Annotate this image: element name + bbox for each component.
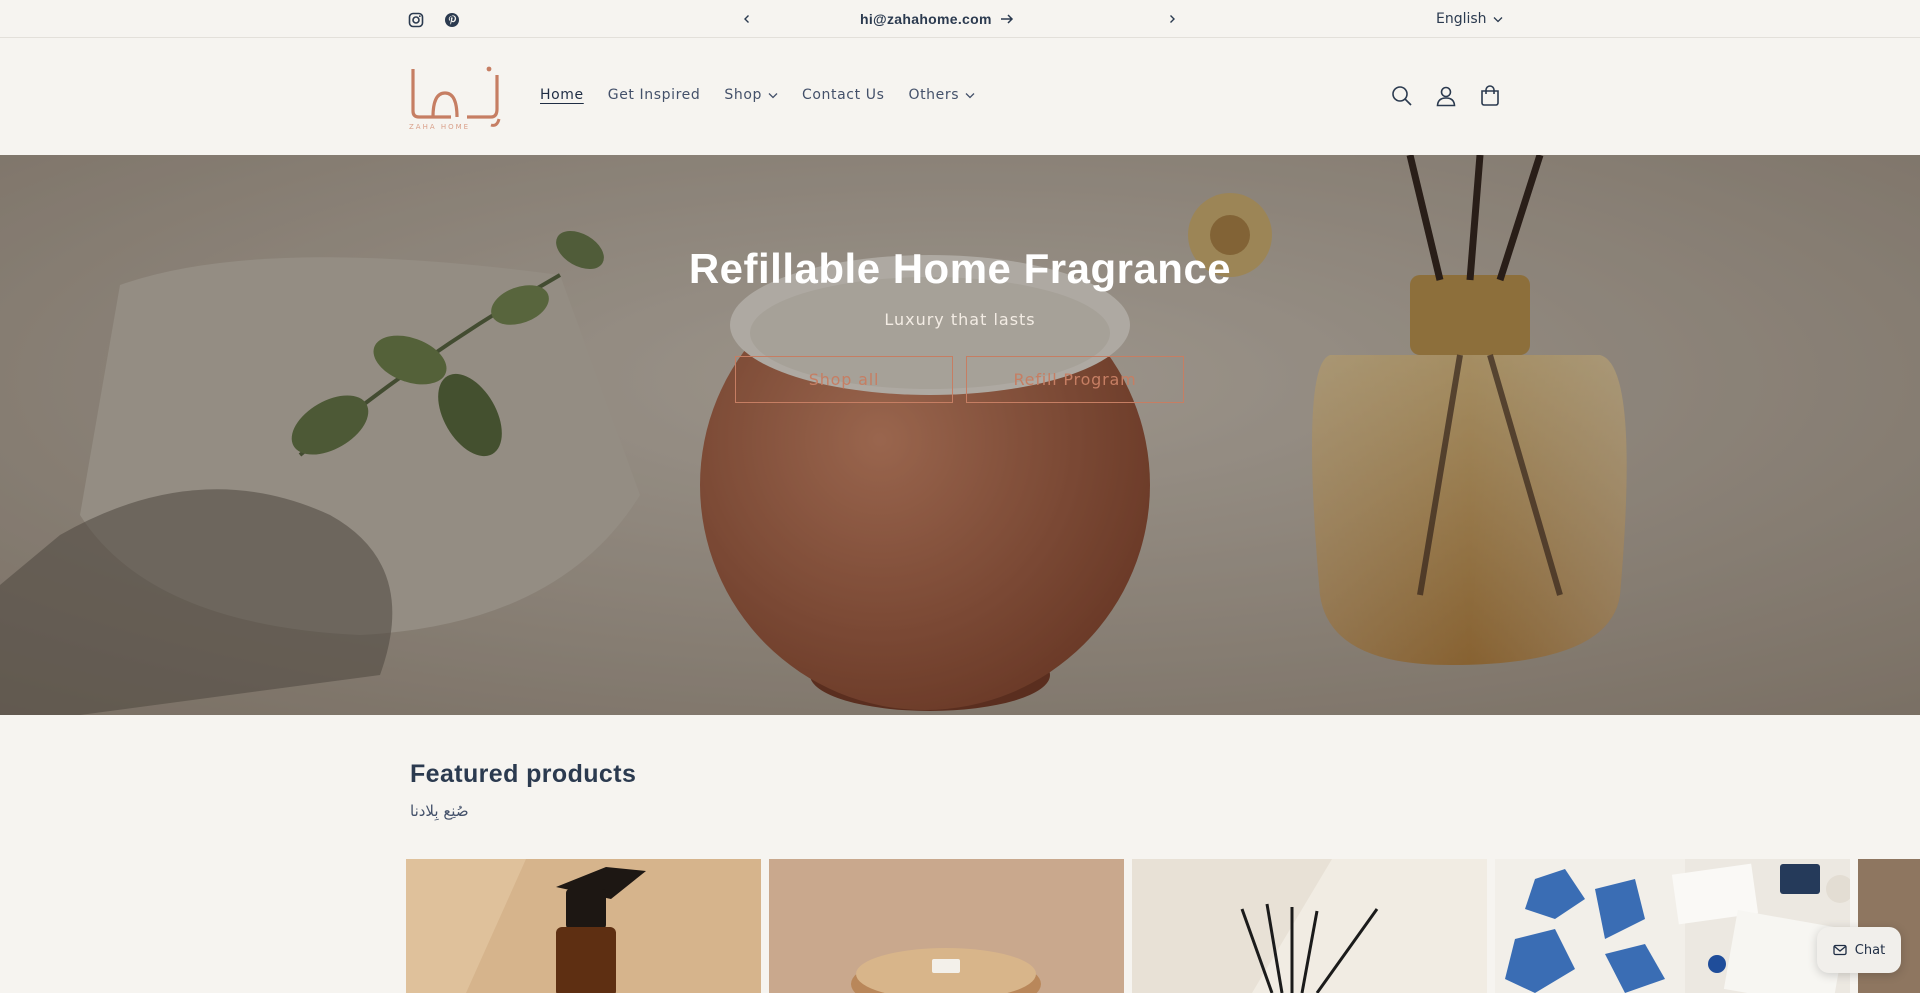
chevron-down-icon	[768, 92, 778, 98]
chevron-left-icon	[744, 15, 749, 23]
product-card[interactable]	[769, 859, 1124, 993]
mail-icon	[1833, 944, 1847, 956]
nav-contact-us[interactable]: Contact Us	[802, 85, 884, 105]
featured-title: Featured products	[410, 760, 637, 788]
announcement-bar: hi@zahahome.com English	[0, 0, 1920, 38]
refill-program-button[interactable]: Refill Program	[966, 356, 1184, 403]
account-icon	[1436, 86, 1456, 107]
cart-icon	[1481, 85, 1499, 106]
product-image	[406, 859, 761, 993]
account-button[interactable]	[1434, 84, 1458, 108]
header-icons	[1390, 84, 1502, 108]
hero-subtitle: Luxury that lasts	[884, 310, 1036, 329]
chevron-down-icon	[965, 92, 975, 98]
language-selector[interactable]: English	[1436, 9, 1503, 29]
shop-all-button[interactable]: Shop all	[735, 356, 953, 403]
announcement-prev-button[interactable]	[736, 8, 758, 30]
logo-text: ZAHA HOME	[409, 123, 470, 131]
announcement-text: hi@zahahome.com	[860, 11, 992, 27]
language-label: English	[1436, 11, 1487, 27]
hero-title: Refillable Home Fragrance	[688, 245, 1232, 292]
product-card[interactable]	[1132, 859, 1487, 993]
hero-overlay	[0, 155, 1920, 715]
main-nav: Home Get Inspired Shop Contact Us Others	[540, 85, 999, 105]
announcement-link[interactable]: hi@zahahome.com	[860, 9, 1014, 29]
search-button[interactable]	[1390, 84, 1414, 108]
nav-shop[interactable]: Shop	[724, 85, 778, 105]
chat-button[interactable]: Chat	[1817, 927, 1901, 973]
hero-banner: Refillable Home Fragrance Luxury that la…	[0, 155, 1920, 715]
arrow-right-icon	[1000, 14, 1013, 24]
product-grid	[406, 859, 1920, 993]
announcement-next-button[interactable]	[1161, 8, 1183, 30]
chat-label: Chat	[1854, 942, 1886, 958]
cart-button[interactable]	[1478, 84, 1502, 108]
product-image	[769, 859, 1124, 993]
chevron-down-icon	[1493, 16, 1503, 22]
product-image	[1495, 859, 1850, 993]
product-card[interactable]	[1495, 859, 1850, 993]
nav-others[interactable]: Others	[908, 85, 975, 105]
nav-home[interactable]: Home	[540, 85, 584, 105]
chevron-right-icon	[1170, 15, 1175, 23]
site-header: ZAHA HOME Home Get Inspired Shop Contact…	[0, 39, 1920, 155]
nav-get-inspired[interactable]: Get Inspired	[608, 85, 701, 105]
instagram-icon[interactable]	[406, 10, 426, 30]
logo[interactable]: ZAHA HOME	[407, 63, 503, 131]
pinterest-icon[interactable]	[442, 10, 462, 30]
product-image	[1132, 859, 1487, 993]
product-card[interactable]	[406, 859, 761, 993]
search-icon	[1392, 86, 1412, 106]
featured-subtitle: صُنِع بِلادنا	[410, 802, 469, 820]
